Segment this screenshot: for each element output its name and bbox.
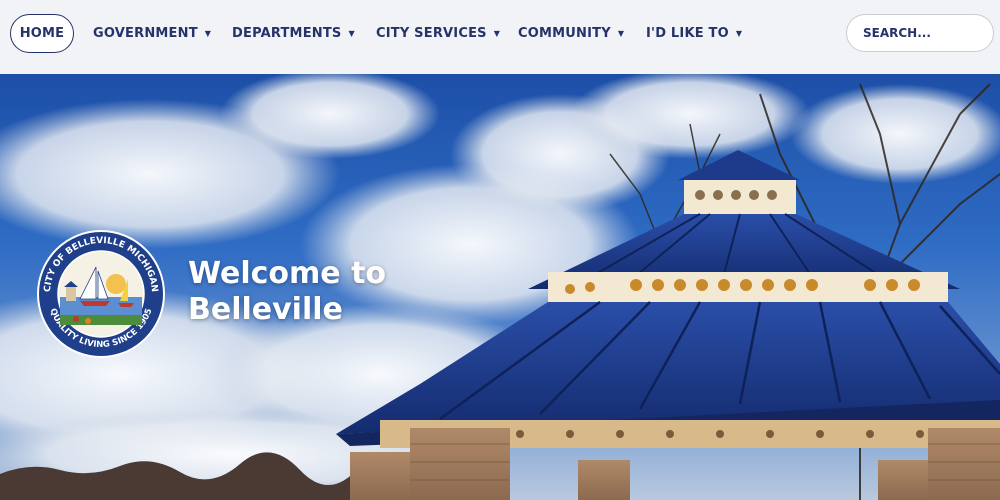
caret-down-icon: ▼ [204, 29, 212, 38]
nav-city-services-menu[interactable]: CITY SERVICES ▼ [376, 14, 500, 53]
nav-community-label: COMMUNITY [518, 26, 611, 41]
nav-government-label: GOVERNMENT [93, 26, 198, 41]
caret-down-icon: ▼ [493, 29, 501, 38]
hero-title: Welcome to Belleville [188, 256, 386, 328]
nav-community-menu[interactable]: COMMUNITY ▼ [518, 14, 624, 53]
nav-government-menu[interactable]: GOVERNMENT ▼ [93, 14, 211, 53]
top-navigation: HOME GOVERNMENT ▼ DEPARTMENTS ▼ CITY SER… [0, 0, 1000, 74]
caret-down-icon: ▼ [617, 29, 625, 38]
caret-down-icon: ▼ [735, 29, 743, 38]
hero-title-line1: Welcome to [188, 256, 387, 291]
hero-title-line2: Belleville [188, 292, 343, 327]
nav-home-button[interactable]: HOME [10, 14, 74, 53]
hero-banner: CITY OF BELLEVILLE MICHIGAN QUALITY LIVI… [0, 74, 1000, 500]
search-input[interactable] [863, 26, 983, 40]
nav-id-like-to-menu[interactable]: I'D LIKE TO ▼ [646, 14, 742, 53]
nav-id-like-to-label: I'D LIKE TO [646, 26, 729, 41]
nav-departments-menu[interactable]: DEPARTMENTS ▼ [232, 14, 355, 53]
nav-city-services-label: CITY SERVICES [376, 26, 487, 41]
caret-down-icon: ▼ [348, 29, 355, 38]
city-seal-logo: CITY OF BELLEVILLE MICHIGAN QUALITY LIVI… [37, 230, 165, 358]
nav-departments-label: DEPARTMENTS [232, 26, 342, 41]
search-box[interactable] [846, 14, 994, 52]
